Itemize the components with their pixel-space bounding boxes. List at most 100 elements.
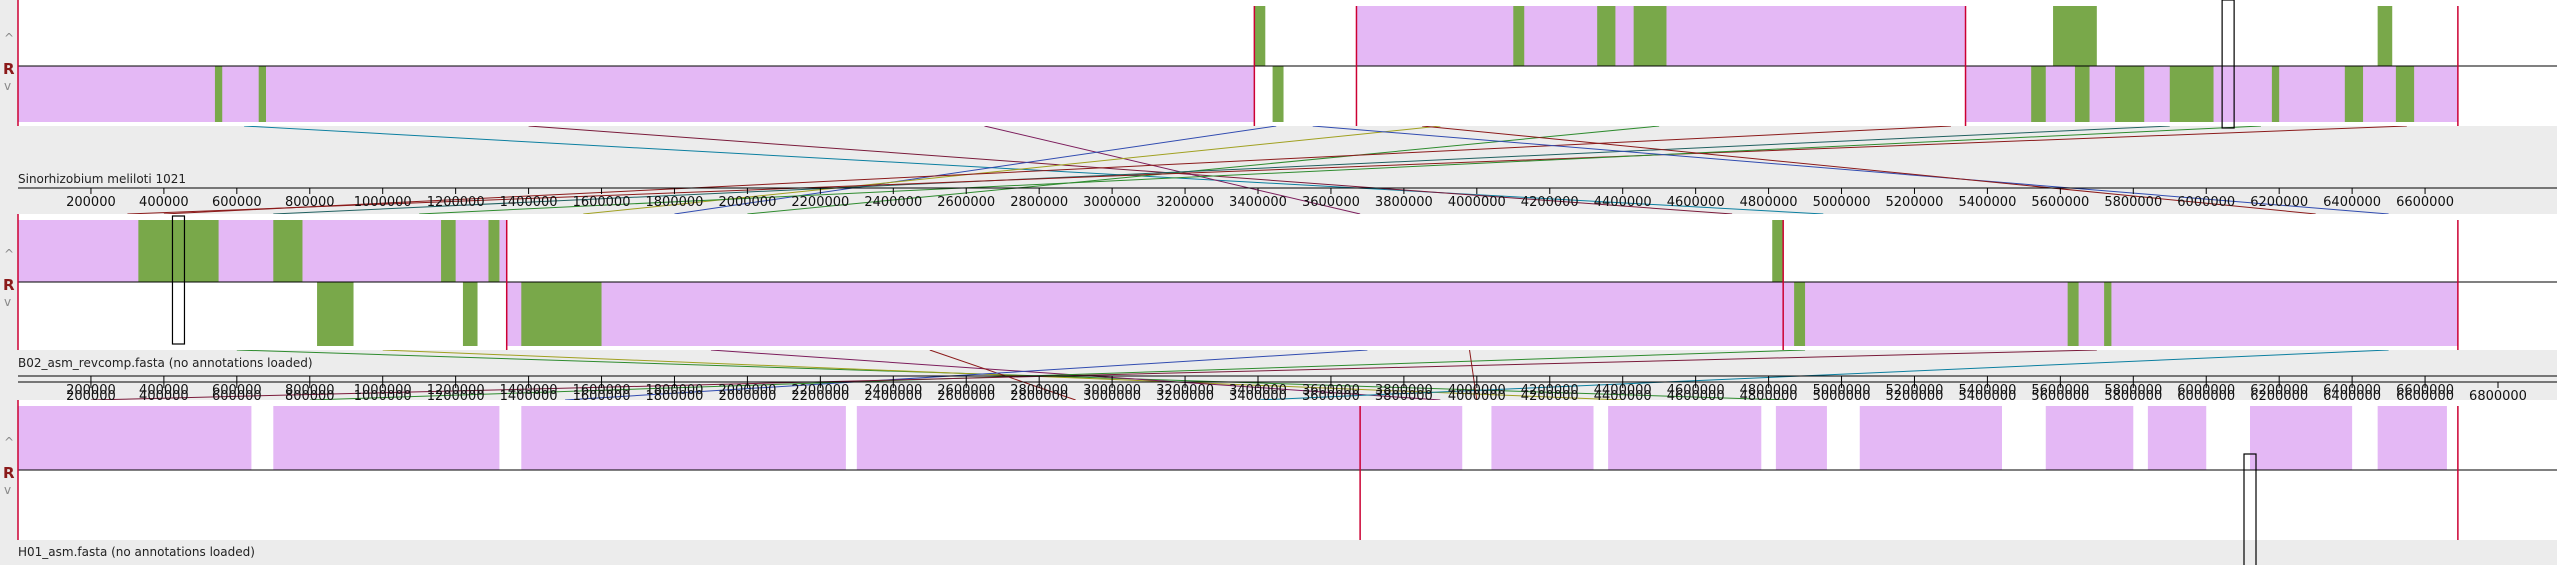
genome-panel[interactable]: ^ Rv Sinorhizobium meliloti 1021 200000 4000… xyxy=(3,0,2557,210)
lcb-block-upper[interactable] xyxy=(138,220,219,282)
axis-tick-label: 5600000 xyxy=(2031,389,2089,404)
axis-tick-label: 6400000 xyxy=(2323,389,2381,404)
axis-tick-label: 400000 xyxy=(139,389,189,404)
lcb-block-lower[interactable] xyxy=(2169,66,2214,122)
axis-tick-label: 800000 xyxy=(285,195,335,210)
lcb-block-lower[interactable] xyxy=(2074,66,2090,122)
lcb-block-upper[interactable] xyxy=(2053,6,2097,66)
axis-tick-label: 2600000 xyxy=(937,195,995,210)
axis-tick-label: 2400000 xyxy=(864,195,922,210)
move-down-icon[interactable]: v xyxy=(4,483,11,497)
lcb-block-upper[interactable] xyxy=(1513,6,1525,66)
lcb-block-lower[interactable] xyxy=(317,282,354,346)
lcb-block-lower[interactable] xyxy=(2031,66,2046,122)
reverse-button[interactable]: R xyxy=(3,276,15,294)
axis-tick-label: 4000000 xyxy=(1448,389,1506,404)
lcb-block-upper[interactable] xyxy=(2045,406,2134,470)
lcb-block-upper[interactable] xyxy=(2377,406,2447,470)
axis-tick-label: 1000000 xyxy=(354,389,412,404)
lcb-block-lower[interactable] xyxy=(18,66,1255,122)
genome-name-label: B02_asm_revcomp.fasta (no annotations lo… xyxy=(18,356,313,370)
coordinate-axis: 200000 400000 600000 800000 1000000 1200000 14… xyxy=(18,187,2557,210)
axis-tick-label: 3000000 xyxy=(1083,195,1141,210)
genome-name-label: Sinorhizobium meliloti 1021 xyxy=(18,172,186,186)
genome-panels: ^ Rv Sinorhizobium meliloti 1021 200000 4000… xyxy=(3,0,2557,565)
axis-tick-label: 6200000 xyxy=(2250,195,2308,210)
axis-tick-label: 3600000 xyxy=(1302,389,1360,404)
lcb-block-upper[interactable] xyxy=(1859,406,2002,470)
axis-tick-label: 4200000 xyxy=(1521,389,1579,404)
reverse-button[interactable]: R xyxy=(3,464,15,482)
axis-tick-label: 5800000 xyxy=(2104,389,2162,404)
axis-tick-label: 6000000 xyxy=(2177,195,2235,210)
lcb-block-lower[interactable] xyxy=(462,282,478,346)
axis-tick-label: 1800000 xyxy=(646,389,704,404)
lcb-block-lower[interactable] xyxy=(1272,66,1284,122)
lcb-block-upper[interactable] xyxy=(1254,6,1266,66)
axis-tick-label: 4400000 xyxy=(1594,389,1652,404)
lcb-block-upper[interactable] xyxy=(1491,406,1594,470)
lcb-block-lower[interactable] xyxy=(214,66,223,122)
lcb-block-lower[interactable] xyxy=(2395,66,2415,122)
axis-tick-label: 3800000 xyxy=(1375,195,1433,210)
genome-panel[interactable]: ^ Rv H01_asm.fasta (no annotations loaded)… xyxy=(3,381,2557,565)
axis-tick-label: 6600000 xyxy=(2396,389,2454,404)
axis-tick-label: 2200000 xyxy=(791,389,849,404)
axis-tick-label: 200000 xyxy=(66,389,116,404)
axis-tick-label: 5000000 xyxy=(1813,195,1871,210)
lcb-block-lower[interactable] xyxy=(1794,282,1806,346)
axis-tick-label: 3600000 xyxy=(1302,195,1360,210)
genome-alignment-viewer[interactable]: ^ Rv Sinorhizobium meliloti 1021 200000 4000… xyxy=(0,0,2557,565)
axis-tick-label: 3400000 xyxy=(1229,389,1287,404)
lcb-block-upper[interactable] xyxy=(521,406,846,470)
lcb-block-upper[interactable] xyxy=(273,220,303,282)
lcb-block-upper[interactable] xyxy=(2250,406,2353,470)
lcb-block-upper[interactable] xyxy=(18,220,507,282)
axis-tick-label: 5800000 xyxy=(2104,195,2162,210)
lcb-block-upper[interactable] xyxy=(1597,6,1616,66)
move-down-icon[interactable]: v xyxy=(4,79,11,93)
lcb-block-lower[interactable] xyxy=(2344,66,2364,122)
move-up-icon[interactable]: ^ xyxy=(4,247,14,261)
axis-tick-label: 5200000 xyxy=(1886,195,1944,210)
lcb-block-upper[interactable] xyxy=(1772,220,1784,282)
axis-tick-label: 600000 xyxy=(212,389,262,404)
axis-tick-label: 4800000 xyxy=(1740,389,1798,404)
lcb-block-lower[interactable] xyxy=(2067,282,2079,346)
lcb-block-upper[interactable] xyxy=(856,406,1361,470)
lcb-block-lower[interactable] xyxy=(521,282,602,346)
lcb-block-upper[interactable] xyxy=(488,220,500,282)
lcb-block-upper[interactable] xyxy=(1633,6,1667,66)
lcb-block-upper[interactable] xyxy=(2147,406,2207,470)
lcb-block-upper[interactable] xyxy=(441,220,456,282)
lcb-block-lower[interactable] xyxy=(258,66,266,122)
axis-tick-label: 3200000 xyxy=(1156,195,1214,210)
genome-name-label: H01_asm.fasta (no annotations loaded) xyxy=(18,545,255,559)
axis-tick-label: 6400000 xyxy=(2323,195,2381,210)
axis-tick-label: 2400000 xyxy=(864,389,922,404)
move-up-icon[interactable]: ^ xyxy=(4,435,14,449)
panel-controls: ^ Rv xyxy=(3,247,15,309)
lcb-block-upper[interactable] xyxy=(2377,6,2393,66)
axis-tick-label: 1200000 xyxy=(427,195,485,210)
lcb-block-lower[interactable] xyxy=(506,282,2458,346)
lcb-block-upper[interactable] xyxy=(273,406,500,470)
axis-tick-label: 2800000 xyxy=(1010,195,1068,210)
lcb-block-upper[interactable] xyxy=(1360,406,1463,470)
lcb-block-upper[interactable] xyxy=(18,406,252,470)
axis-tick-label: 3000000 xyxy=(1083,389,1141,404)
move-down-icon[interactable]: v xyxy=(4,295,11,309)
axis-tick-label: 4600000 xyxy=(1667,195,1725,210)
move-up-icon[interactable]: ^ xyxy=(4,31,14,45)
axis-tick-label: 1000000 xyxy=(354,195,412,210)
lcb-block-lower[interactable] xyxy=(2271,66,2280,122)
axis-tick-label: 4200000 xyxy=(1521,195,1579,210)
axis-tick-label: 6600000 xyxy=(2396,195,2454,210)
lcb-block-lower[interactable] xyxy=(2104,282,2112,346)
reverse-button[interactable]: R xyxy=(3,60,15,78)
axis-tick-label: 4800000 xyxy=(1740,195,1798,210)
axis-tick-label: 3400000 xyxy=(1229,195,1287,210)
lcb-block-lower[interactable] xyxy=(2115,66,2145,122)
lcb-block-upper[interactable] xyxy=(1608,406,1762,470)
lcb-block-upper[interactable] xyxy=(1775,406,1827,470)
